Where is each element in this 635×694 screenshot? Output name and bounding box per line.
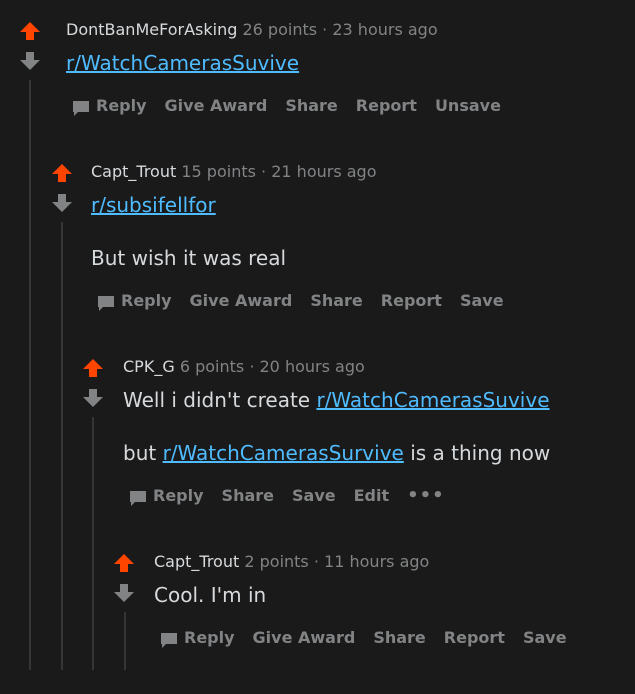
reply-label: Reply xyxy=(153,486,204,505)
comment-text: is a thing now xyxy=(403,441,551,465)
report-button[interactable]: Report xyxy=(444,627,505,649)
reply-label: Reply xyxy=(184,628,235,647)
points: 26 points xyxy=(242,20,318,39)
reply-icon xyxy=(161,632,177,648)
timestamp[interactable]: 23 hours ago xyxy=(332,20,437,39)
reply-label: Reply xyxy=(121,291,172,310)
more-options-icon[interactable]: ••• xyxy=(407,485,445,507)
unsave-button[interactable]: Unsave xyxy=(435,95,501,117)
vote-controls xyxy=(112,552,136,604)
comment-body-line: Well i didn't create r/WatchCamerasSuviv… xyxy=(123,387,550,413)
subreddit-link[interactable]: r/WatchCamerasSuvive xyxy=(66,51,299,75)
downvote-arrow-icon[interactable] xyxy=(81,385,105,409)
upvote-arrow-icon[interactable] xyxy=(112,552,136,576)
timestamp[interactable]: 11 hours ago xyxy=(324,552,429,571)
comment-text: but xyxy=(123,441,163,465)
downvote-arrow-icon[interactable] xyxy=(50,190,74,214)
reply-label: Reply xyxy=(96,96,147,115)
author-name[interactable]: CPK_G xyxy=(123,357,175,376)
author-name[interactable]: DontBanMeForAsking xyxy=(66,20,237,39)
timestamp[interactable]: 20 hours ago xyxy=(260,357,365,376)
reply-button[interactable]: Reply xyxy=(160,627,235,649)
vote-controls xyxy=(18,20,42,72)
points: 2 points xyxy=(244,552,309,571)
upvote-arrow-icon[interactable] xyxy=(18,20,42,44)
give-award-button[interactable]: Give Award xyxy=(253,627,356,649)
give-award-button[interactable]: Give Award xyxy=(165,95,268,117)
comment-text: Well i didn't create xyxy=(123,388,317,412)
comment-body-line: but r/WatchCamerasSurvive is a thing now xyxy=(123,440,550,466)
comment-actions: Reply Give Award Share Report Save xyxy=(160,627,585,649)
timestamp[interactable]: 21 hours ago xyxy=(271,162,376,181)
give-award-button[interactable]: Give Award xyxy=(190,290,293,312)
comment-meta: Capt_Trout 2 points · 11 hours ago xyxy=(154,552,429,572)
comment-actions: Reply Give Award Share Report Save xyxy=(97,290,522,312)
thread-line[interactable] xyxy=(124,612,126,670)
comment-meta: DontBanMeForAsking 26 points · 23 hours … xyxy=(66,20,438,40)
save-button[interactable]: Save xyxy=(523,627,567,649)
upvote-arrow-icon[interactable] xyxy=(81,357,105,381)
separator: · xyxy=(313,552,319,571)
comment-text: But wish it was real xyxy=(91,246,287,270)
comment-meta: CPK_G 6 points · 20 hours ago xyxy=(123,357,365,377)
edit-button[interactable]: Edit xyxy=(354,485,390,507)
comment-text: Cool. I'm in xyxy=(154,583,267,607)
comment-body-line: But wish it was real xyxy=(91,245,286,271)
save-button[interactable]: Save xyxy=(292,485,336,507)
separator: · xyxy=(322,20,328,39)
comment-body-line: r/subsifellfor xyxy=(91,192,216,218)
reply-button[interactable]: Reply xyxy=(97,290,172,312)
downvote-arrow-icon[interactable] xyxy=(18,48,42,72)
upvote-arrow-icon[interactable] xyxy=(50,162,74,186)
comment-body: r/WatchCamerasSuvive xyxy=(66,50,299,76)
separator: · xyxy=(249,357,255,376)
author-name[interactable]: Capt_Trout xyxy=(154,552,239,571)
reply-button[interactable]: Reply xyxy=(129,485,204,507)
subreddit-link[interactable]: r/subsifellfor xyxy=(91,193,216,217)
share-button[interactable]: Share xyxy=(285,95,337,117)
subreddit-link[interactable]: r/WatchCamerasSuvive xyxy=(316,388,549,412)
save-button[interactable]: Save xyxy=(460,290,504,312)
report-button[interactable]: Report xyxy=(356,95,417,117)
reply-button[interactable]: Reply xyxy=(72,95,147,117)
share-button[interactable]: Share xyxy=(222,485,274,507)
points: 15 points xyxy=(181,162,256,181)
thread-line[interactable] xyxy=(61,222,63,670)
separator: · xyxy=(261,162,267,181)
reply-icon xyxy=(73,100,89,116)
vote-controls xyxy=(50,162,74,214)
share-button[interactable]: Share xyxy=(373,627,425,649)
vote-controls xyxy=(81,357,105,409)
reply-icon xyxy=(130,490,146,506)
share-button[interactable]: Share xyxy=(310,290,362,312)
author-name[interactable]: Capt_Trout xyxy=(91,162,176,181)
thread-line[interactable] xyxy=(92,417,94,670)
comment-body-line: Cool. I'm in xyxy=(154,582,266,608)
points: 6 points xyxy=(179,357,245,376)
report-button[interactable]: Report xyxy=(381,290,442,312)
subreddit-link[interactable]: r/WatchCamerasSurvive xyxy=(163,441,404,465)
comment-actions: Reply Give Award Share Report Unsave xyxy=(72,95,519,117)
comment-actions: Reply Share Save Edit ••• xyxy=(129,485,463,507)
thread-line[interactable] xyxy=(29,80,31,670)
downvote-arrow-icon[interactable] xyxy=(112,580,136,604)
comment-meta: Capt_Trout 15 points · 21 hours ago xyxy=(91,162,377,182)
reply-icon xyxy=(98,295,114,311)
